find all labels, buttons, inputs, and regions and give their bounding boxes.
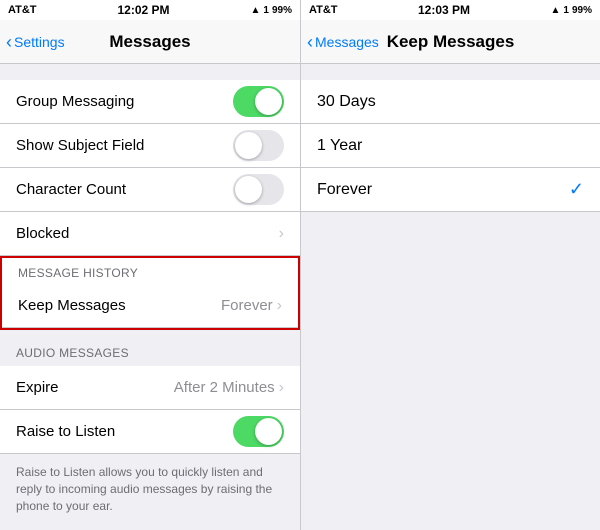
toggle-thumb-show-subject-field (235, 132, 262, 159)
label-show-subject-field: Show Subject Field (16, 137, 144, 154)
right-icons-right: ▲ 1 99% (551, 5, 592, 16)
options-list: 30 Days 1 Year Forever ✓ (301, 64, 600, 530)
option-forever[interactable]: Forever ✓ (301, 168, 600, 212)
cell-group-messaging[interactable]: Group Messaging (0, 80, 300, 124)
battery-left: 99% (272, 5, 292, 16)
label-raise-to-listen: Raise to Listen (16, 423, 115, 440)
back-label-left: Settings (14, 34, 65, 50)
checkmark-forever: ✓ (569, 179, 584, 200)
cell-blocked[interactable]: Blocked › (0, 212, 300, 256)
gps-icon-left: ▲ (251, 5, 261, 16)
toggle-raise-to-listen[interactable] (233, 416, 284, 447)
gps-icon-right: ▲ (551, 5, 561, 16)
settings-list: Group Messaging Show Subject Field Chara… (0, 64, 300, 530)
value-blocked: › (279, 225, 284, 243)
message-history-section: MESSAGE HISTORY Keep Messages Forever › (0, 256, 300, 330)
cell-keep-messages[interactable]: Keep Messages Forever › (2, 284, 298, 328)
left-panel: AT&T 12:02 PM ▲ 1 99% ‹ Settings Message… (0, 0, 300, 530)
message-history-header: MESSAGE HISTORY (2, 258, 298, 284)
back-button-left[interactable]: ‹ Settings (6, 33, 65, 51)
chevron-keep-messages: › (277, 297, 282, 315)
toggle-show-subject-field[interactable] (233, 130, 284, 161)
chevron-expire: › (279, 379, 284, 397)
toggle-character-count[interactable] (233, 174, 284, 205)
option-label-30-days: 30 Days (317, 93, 376, 111)
value-keep-messages: Forever › (221, 297, 282, 315)
signal-right: 1 (563, 5, 569, 16)
option-30-days[interactable]: 30 Days (301, 80, 600, 124)
back-chevron-left: ‹ (6, 33, 12, 51)
signal-left: 1 (263, 5, 269, 16)
toggle-thumb-group-messaging (255, 88, 282, 115)
description-text: Raise to Listen allows you to quickly li… (0, 454, 300, 524)
battery-right: 99% (572, 5, 592, 16)
toggle-thumb-raise-to-listen (255, 418, 282, 445)
expire-value: After 2 Minutes (174, 379, 275, 396)
value-expire: After 2 Minutes › (174, 379, 284, 397)
back-label-right: Messages (315, 34, 379, 50)
nav-bar-left: ‹ Settings Messages (0, 20, 300, 64)
right-panel: AT&T 12:03 PM ▲ 1 99% ‹ Messages Keep Me… (300, 0, 600, 530)
nav-title-right: Keep Messages (387, 32, 515, 52)
label-expire: Expire (16, 379, 59, 396)
option-label-1-year: 1 Year (317, 137, 362, 155)
label-character-count: Character Count (16, 181, 126, 198)
audio-section: AUDIO MESSAGES Expire After 2 Minutes › … (0, 330, 300, 454)
back-chevron-right: ‹ (307, 33, 313, 51)
label-blocked: Blocked (16, 225, 69, 242)
audio-section-header: AUDIO MESSAGES (0, 330, 300, 366)
cell-expire[interactable]: Expire After 2 Minutes › (0, 366, 300, 410)
time-right: 12:03 PM (418, 3, 470, 17)
toggle-group-messaging[interactable] (233, 86, 284, 117)
keep-messages-value: Forever (221, 297, 273, 314)
label-keep-messages: Keep Messages (18, 297, 126, 314)
back-button-right[interactable]: ‹ Messages (307, 33, 379, 51)
cell-raise-to-listen[interactable]: Raise to Listen (0, 410, 300, 454)
carrier-left: AT&T (8, 4, 37, 16)
nav-bar-right: ‹ Messages Keep Messages (301, 20, 600, 64)
status-bar-right: AT&T 12:03 PM ▲ 1 99% (301, 0, 600, 20)
option-label-forever: Forever (317, 181, 372, 199)
cell-show-subject-field[interactable]: Show Subject Field (0, 124, 300, 168)
main-section: Group Messaging Show Subject Field Chara… (0, 64, 300, 256)
time-left: 12:02 PM (118, 3, 170, 17)
highlighted-block: MESSAGE HISTORY Keep Messages Forever › (0, 256, 300, 330)
label-group-messaging: Group Messaging (16, 93, 134, 110)
carrier-right: AT&T (309, 4, 338, 16)
option-1-year[interactable]: 1 Year (301, 124, 600, 168)
status-bar-left: AT&T 12:02 PM ▲ 1 99% (0, 0, 300, 20)
right-icons-left: ▲ 1 99% (251, 5, 292, 16)
chevron-blocked: › (279, 225, 284, 243)
nav-title-left: Messages (109, 32, 190, 52)
toggle-thumb-character-count (235, 176, 262, 203)
cell-character-count[interactable]: Character Count (0, 168, 300, 212)
